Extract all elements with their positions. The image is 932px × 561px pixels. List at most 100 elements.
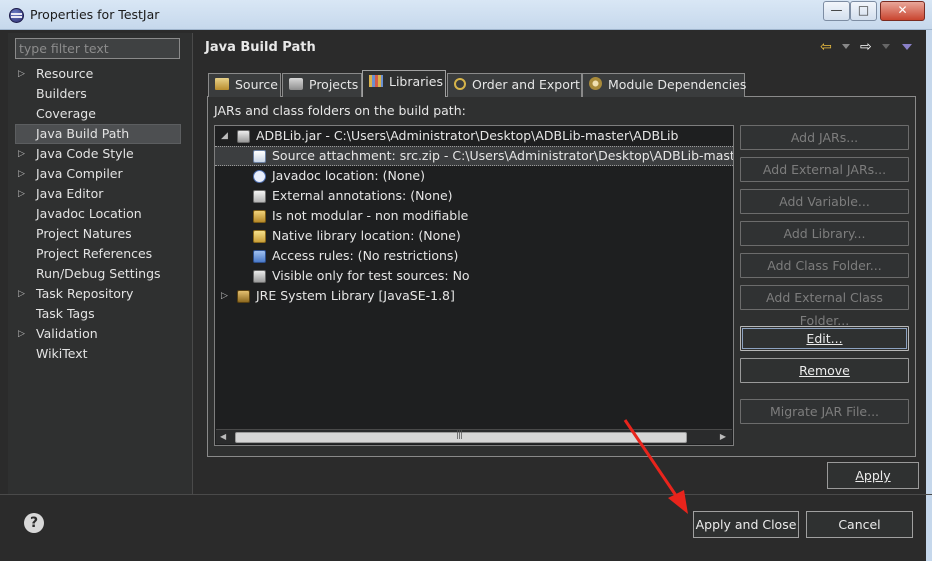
add-class-folder-button[interactable]: Add Class Folder... xyxy=(740,253,909,278)
tree-row[interactable]: ▷ JRE System Library [JavaSE-1.8] xyxy=(215,286,733,306)
sidebar-item-task-repository[interactable]: ▷ Task Repository xyxy=(8,284,193,304)
tree-row-label: External annotations: (None) xyxy=(272,188,453,203)
back-history-dropdown-icon[interactable] xyxy=(842,44,850,49)
horizontal-scrollbar[interactable]: ◀ ||| ▶ xyxy=(216,429,732,444)
javadoc-icon xyxy=(253,170,266,183)
tree-row[interactable]: Source attachment: src.zip - C:\Users\Ad… xyxy=(215,146,733,166)
module-icon xyxy=(589,77,602,90)
tree-row-label: Native library location: (None) xyxy=(272,228,461,243)
properties-sidebar: ▷ Resource Builders Coverage Java Build Path… xyxy=(8,33,193,494)
sidebar-item-label: Builders xyxy=(36,86,87,101)
add-library-button[interactable]: Add Library... xyxy=(740,221,909,246)
help-icon[interactable]: ? xyxy=(24,513,44,533)
edit-button[interactable]: Edit... xyxy=(740,326,909,351)
expand-arrow-icon[interactable]: ▷ xyxy=(18,164,25,184)
sidebar-item-java-editor[interactable]: ▷ Java Editor xyxy=(8,184,193,204)
expand-arrow-icon[interactable]: ▷ xyxy=(18,184,25,204)
libraries-icon xyxy=(369,75,383,87)
apply-button[interactable]: Apply xyxy=(827,462,919,489)
close-window-button[interactable]: ✕ xyxy=(880,1,925,21)
sidebar-item-project-references[interactable]: Project References xyxy=(8,244,193,264)
property-page-tree: ▷ Resource Builders Coverage Java Build Path… xyxy=(8,64,193,364)
sidebar-item-java-code-style[interactable]: ▷ Java Code Style xyxy=(8,144,193,164)
tree-row[interactable]: External annotations: (None) xyxy=(215,186,733,206)
tab-projects[interactable]: Projects xyxy=(282,73,362,97)
sidebar-item-java-compiler[interactable]: ▷ Java Compiler xyxy=(8,164,193,184)
add-variable-button[interactable]: Add Variable... xyxy=(740,189,909,214)
tree-row-label: JRE System Library [JavaSE-1.8] xyxy=(256,288,455,303)
projects-icon xyxy=(289,78,303,90)
apply-and-close-button[interactable]: Apply and Close xyxy=(693,511,799,538)
sidebar-item-label: Task Tags xyxy=(36,306,95,321)
annotations-icon xyxy=(253,190,266,203)
scroll-right-arrow-icon[interactable]: ▶ xyxy=(720,432,726,441)
window-title-bar[interactable]: Properties for TestJar — □ ✕ xyxy=(0,0,932,30)
forward-history-dropdown-icon[interactable] xyxy=(882,44,890,49)
forward-arrow-icon[interactable]: ⇨ xyxy=(860,39,872,55)
tree-row-label: Is not modular - non modifiable xyxy=(272,208,469,223)
tab-order-and-export[interactable]: Order and Export xyxy=(447,73,582,97)
sidebar-item-project-natures[interactable]: Project Natures xyxy=(8,224,193,244)
scrollbar-thumb[interactable]: ||| xyxy=(235,430,687,443)
sidebar-item-run-debug-settings[interactable]: Run/Debug Settings xyxy=(8,264,193,284)
add-external-jars-button[interactable]: Add External JARs... xyxy=(740,157,909,182)
tree-row[interactable]: Is not modular - non modifiable xyxy=(215,206,733,226)
collapse-arrow-icon[interactable]: ◢ xyxy=(221,126,228,146)
tab-label: Libraries xyxy=(389,74,443,89)
scrollbar-grip: ||| xyxy=(456,430,463,440)
source-attachment-icon xyxy=(253,150,266,163)
button-label: Migrate JAR File... xyxy=(769,404,880,419)
source-folder-icon xyxy=(215,78,229,90)
expand-arrow-icon[interactable]: ▷ xyxy=(18,144,25,164)
order-export-icon xyxy=(454,78,466,90)
tree-row[interactable]: Javadoc location: (None) xyxy=(215,166,733,186)
add-jars-button[interactable]: Add JARs... xyxy=(740,125,909,150)
minimize-button[interactable]: — xyxy=(823,1,850,21)
button-label: Add JARs... xyxy=(790,130,859,145)
scroll-left-arrow-icon[interactable]: ◀ xyxy=(220,432,226,441)
maximize-button[interactable]: □ xyxy=(850,1,877,21)
access-rules-icon xyxy=(253,250,266,263)
window-title: Properties for TestJar xyxy=(30,7,160,22)
tree-row[interactable]: Native library location: (None) xyxy=(215,226,733,246)
tree-row[interactable]: Visible only for test sources: No xyxy=(215,266,733,286)
tree-row[interactable]: Access rules: (No restrictions) xyxy=(215,246,733,266)
tab-source[interactable]: Source xyxy=(208,73,281,97)
sidebar-item-java-build-path[interactable]: Java Build Path xyxy=(15,124,181,144)
jar-icon xyxy=(237,130,250,143)
tab-libraries[interactable]: Libraries xyxy=(362,70,446,97)
build-path-tree[interactable]: ◢ ADBLib.jar - C:\Users\Administrator\Des… xyxy=(214,125,734,446)
expand-arrow-icon[interactable]: ▷ xyxy=(221,286,228,306)
sidebar-item-label: Resource xyxy=(36,66,94,81)
sidebar-item-builders[interactable]: Builders xyxy=(8,84,193,104)
sidebar-item-label: Coverage xyxy=(36,106,96,121)
view-menu-icon[interactable] xyxy=(902,44,912,50)
tree-row[interactable]: ◢ ADBLib.jar - C:\Users\Administrator\Des… xyxy=(215,126,733,146)
expand-arrow-icon[interactable]: ▷ xyxy=(18,284,25,304)
tab-module-dependencies[interactable]: Module Dependencies xyxy=(582,73,747,97)
tab-label: Projects xyxy=(309,77,359,92)
sidebar-item-label: Task Repository xyxy=(36,286,134,301)
sidebar-item-resource[interactable]: ▷ Resource xyxy=(8,64,193,84)
page-title: Java Build Path xyxy=(205,40,316,55)
sidebar-item-coverage[interactable]: Coverage xyxy=(8,104,193,124)
remove-button[interactable]: Remove xyxy=(740,358,909,383)
migrate-jar-file-button[interactable]: Migrate JAR File... xyxy=(740,399,909,424)
back-arrow-icon[interactable]: ⇦ xyxy=(820,39,832,55)
sidebar-item-task-tags[interactable]: Task Tags xyxy=(8,304,193,324)
sidebar-item-label: Project References xyxy=(36,246,153,261)
button-label: Edit... xyxy=(806,331,843,346)
sidebar-item-wikitext[interactable]: WikiText xyxy=(8,344,193,364)
expand-arrow-icon[interactable]: ▷ xyxy=(18,324,25,344)
tree-row-label: Access rules: (No restrictions) xyxy=(272,248,459,263)
sidebar-item-validation[interactable]: ▷ Validation xyxy=(8,324,193,344)
tree-row-label: Source attachment: src.zip - C:\Users\Ad… xyxy=(272,148,733,163)
filter-input[interactable] xyxy=(15,38,180,59)
sidebar-item-javadoc-location[interactable]: Javadoc Location xyxy=(8,204,193,224)
sidebar-item-label: Project Natures xyxy=(36,226,132,241)
add-external-class-folder-button[interactable]: Add External Class Folder... xyxy=(740,285,909,328)
expand-arrow-icon[interactable]: ▷ xyxy=(18,64,25,84)
button-label: Add Class Folder... xyxy=(767,258,882,273)
cancel-button[interactable]: Cancel xyxy=(806,511,913,538)
tab-label: Module Dependencies xyxy=(608,77,747,92)
